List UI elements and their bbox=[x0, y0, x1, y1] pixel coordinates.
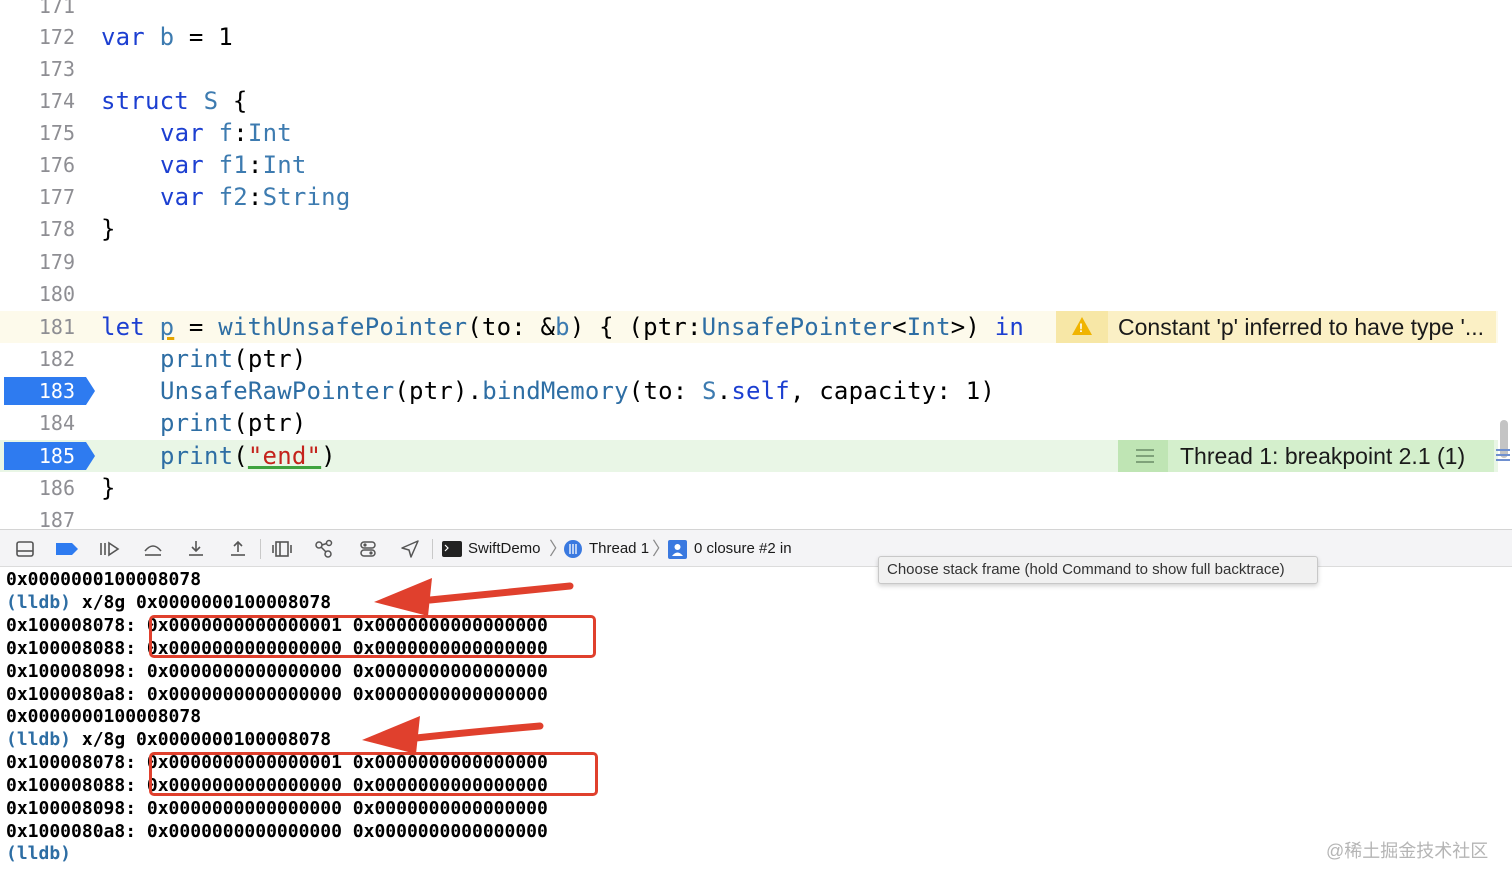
code-line: 187 bbox=[0, 504, 1498, 529]
hide-debug-area-icon[interactable] bbox=[15, 539, 35, 559]
simulate-location-icon[interactable] bbox=[400, 539, 420, 559]
code-text[interactable]: var f1:Int bbox=[160, 149, 307, 181]
memory-graph-icon[interactable] bbox=[314, 539, 334, 559]
console-line: 0x0000000100008078 bbox=[6, 569, 202, 590]
code-line: 171 bbox=[0, 0, 1498, 22]
code-line: 173 bbox=[0, 53, 1498, 85]
toolbar-divider bbox=[260, 539, 261, 559]
watermark: @稀土掘金技术社区 bbox=[1326, 841, 1489, 861]
code-text[interactable]: var b = 1 bbox=[101, 21, 233, 53]
line-number: 178 bbox=[38, 217, 75, 241]
console-line: 0x0000000100008078 bbox=[6, 706, 202, 727]
minimap-position-icon bbox=[1496, 449, 1510, 463]
highlight-box bbox=[149, 615, 596, 658]
step-over-icon[interactable] bbox=[142, 539, 164, 559]
code-text[interactable]: let p = withUnsafePointer(to: &b) { (ptr… bbox=[101, 311, 1024, 343]
code-line: 184 print(ptr) bbox=[0, 407, 1498, 439]
user-frame-icon bbox=[668, 540, 687, 560]
line-number: 186 bbox=[38, 476, 75, 500]
toolbar-divider bbox=[432, 539, 433, 559]
code-text[interactable]: UnsafeRawPointer(ptr).bindMemory(to: S.s… bbox=[160, 375, 995, 407]
warning-message: Constant 'p' inferred to have type '... bbox=[1118, 314, 1485, 340]
line-number: 183 bbox=[38, 379, 75, 403]
breakpoint-annotation[interactable]: Thread 1: breakpoint 2.1 (1) bbox=[1118, 440, 1494, 472]
code-text[interactable]: var f:Int bbox=[160, 117, 292, 149]
console-prompt-line[interactable]: (lldb) bbox=[6, 842, 71, 865]
breakpoint-message: Thread 1: breakpoint 2.1 (1) bbox=[1180, 443, 1466, 469]
menu-lines-icon bbox=[1136, 449, 1154, 463]
console-command-line: (lldb) x/8g 0x0000000100008078 bbox=[6, 728, 331, 751]
console-line: 0x1000080a8: 0x0000000000000000 0x000000… bbox=[6, 821, 548, 842]
lldb-command: x/8g 0x0000000100008078 bbox=[71, 592, 332, 613]
code-line: 183 UnsafeRawPointer(ptr).bindMemory(to:… bbox=[0, 375, 1498, 407]
highlight-box bbox=[149, 752, 598, 796]
line-number: 182 bbox=[38, 347, 75, 371]
thread-icon bbox=[563, 539, 583, 559]
line-number: 184 bbox=[38, 411, 75, 435]
code-text[interactable]: } bbox=[101, 472, 116, 504]
lldb-command: x/8g 0x0000000100008078 bbox=[71, 729, 332, 750]
code-line: 172 var b = 1 bbox=[0, 21, 1498, 53]
code-line: 176 var f1:Int bbox=[0, 149, 1498, 181]
console-command-line: (lldb) x/8g 0x0000000100008078 bbox=[6, 591, 331, 614]
view-hierarchy-icon[interactable] bbox=[272, 539, 292, 559]
code-line: 177 var f2:String bbox=[0, 181, 1498, 213]
step-into-icon[interactable] bbox=[186, 539, 206, 559]
line-number: 179 bbox=[38, 250, 75, 274]
terminal-icon bbox=[442, 541, 462, 561]
code-text[interactable]: print(ptr) bbox=[160, 343, 307, 375]
code-line: 180 bbox=[0, 278, 1498, 310]
breadcrumb-frame[interactable]: 0 closure #2 in bbox=[694, 530, 792, 568]
code-line: 182 print(ptr) bbox=[0, 343, 1498, 375]
code-line: 175 var f:Int bbox=[0, 117, 1498, 149]
code-line: 186 } bbox=[0, 472, 1498, 504]
stack-frame-tooltip: Choose stack frame (hold Command to show… bbox=[878, 556, 1318, 584]
code-line: 178 } bbox=[0, 213, 1498, 245]
warning-annotation[interactable]: ! Constant 'p' inferred to have type '..… bbox=[1056, 311, 1496, 343]
breakpoints-toggle-icon[interactable] bbox=[55, 539, 79, 559]
line-number: 175 bbox=[38, 121, 75, 145]
line-number: 173 bbox=[38, 57, 75, 81]
breadcrumb-process[interactable]: SwiftDemo bbox=[468, 530, 541, 568]
line-number: 185 bbox=[38, 444, 75, 468]
line-number: 172 bbox=[38, 25, 75, 49]
environment-overrides-icon[interactable] bbox=[358, 539, 378, 559]
line-number: 180 bbox=[38, 282, 75, 306]
code-text[interactable]: print("end") bbox=[160, 440, 336, 472]
warning-exclamation: ! bbox=[1079, 321, 1083, 335]
code-line: 174 struct S { bbox=[0, 85, 1498, 117]
line-number: 181 bbox=[38, 315, 75, 339]
red-arrow-annotation bbox=[374, 578, 574, 616]
console-line: 0x100008098: 0x0000000000000000 0x000000… bbox=[6, 798, 548, 819]
code-text[interactable]: struct S { bbox=[101, 85, 248, 117]
source-editor[interactable]: 171 172 var b = 1 173 174 struct S { 175… bbox=[0, 0, 1512, 529]
red-arrow-annotation bbox=[362, 716, 544, 754]
code-line: 179 bbox=[0, 246, 1498, 278]
lldb-prompt: (lldb) bbox=[6, 592, 72, 613]
breadcrumb-thread[interactable]: Thread 1 bbox=[589, 530, 649, 568]
warning-icon-box: ! bbox=[1056, 311, 1108, 343]
console-line: 0x100008098: 0x0000000000000000 0x000000… bbox=[6, 661, 548, 682]
code-text[interactable]: print(ptr) bbox=[160, 407, 307, 439]
line-number: 187 bbox=[38, 508, 75, 529]
continue-icon[interactable] bbox=[98, 539, 120, 559]
code-text[interactable]: } bbox=[101, 213, 116, 245]
line-number: 177 bbox=[38, 185, 75, 209]
line-number: 174 bbox=[38, 89, 75, 113]
step-out-icon[interactable] bbox=[228, 539, 248, 559]
line-number: 171 bbox=[38, 0, 75, 18]
line-number: 176 bbox=[38, 153, 75, 177]
lldb-prompt: (lldb) bbox=[6, 729, 72, 750]
console-line: 0x1000080a8: 0x0000000000000000 0x000000… bbox=[6, 684, 548, 705]
code-text[interactable]: var f2:String bbox=[160, 181, 350, 213]
thread-icon-box bbox=[1118, 440, 1168, 472]
